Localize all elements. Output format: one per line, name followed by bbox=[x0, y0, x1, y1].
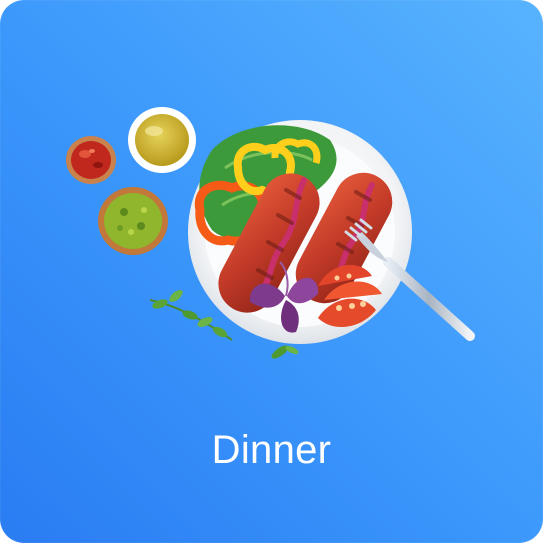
dinner-plate-illustration bbox=[66, 107, 475, 359]
herb-sauce-bowl-icon bbox=[98, 187, 168, 255]
card-title: Dinner bbox=[211, 428, 332, 472]
sauce-bowl-icon bbox=[128, 107, 196, 173]
chili-flakes-bowl-icon bbox=[66, 136, 116, 184]
dinner-card[interactable]: Dinner bbox=[0, 0, 543, 543]
